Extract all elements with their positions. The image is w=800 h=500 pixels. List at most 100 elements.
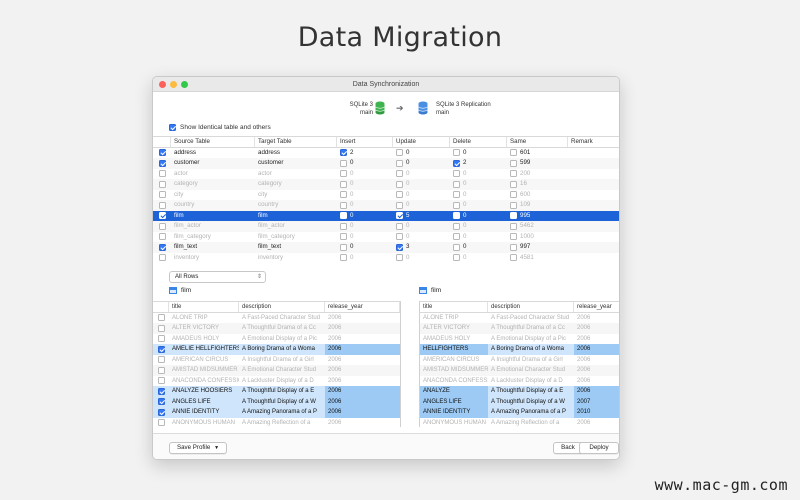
sync-table-row[interactable]: actor actor 0 0 0 200 [153, 169, 619, 180]
row-checkbox[interactable] [158, 419, 165, 427]
row-checkbox[interactable] [510, 222, 517, 230]
row-checkbox[interactable] [453, 212, 460, 220]
row-checkbox[interactable] [159, 191, 166, 199]
target-grid-row[interactable]: ALONE TRIP A Fast-Paced Character Stud 200… [420, 313, 619, 324]
source-grid-row[interactable]: AMADEUS HOLY A Emotional Display of a Pic… [153, 334, 400, 345]
row-checkbox[interactable] [159, 254, 166, 262]
row-checkbox[interactable] [159, 149, 166, 157]
row-checkbox[interactable] [340, 233, 347, 241]
row-checkbox[interactable] [453, 159, 460, 167]
target-header-release-year[interactable]: release_year [574, 302, 619, 312]
save-profile-button[interactable]: Save Profile ▼ [169, 442, 227, 454]
row-checkbox[interactable] [340, 170, 347, 178]
row-checkbox[interactable] [510, 254, 517, 262]
row-checkbox[interactable] [340, 222, 347, 230]
row-checkbox[interactable] [158, 356, 165, 364]
row-checkbox[interactable] [159, 222, 166, 230]
target-header-title[interactable]: title [420, 302, 488, 312]
source-grid-row[interactable]: AMERICAN CIRCUS A Insightful Drama of a G… [153, 355, 400, 366]
sync-table-row[interactable]: country country 0 0 0 109 [153, 200, 619, 211]
source-grid-row[interactable]: ALTER VICTORY A Thoughtful Drama of a Cc 2… [153, 323, 400, 334]
row-checkbox[interactable] [158, 345, 165, 353]
target-grid-row[interactable]: HELLFIGHTERS A Boring Drama of a Woma 2006 [420, 344, 619, 355]
sync-table-row[interactable]: city city 0 0 0 600 [153, 190, 619, 201]
sync-table-row[interactable]: category category 0 0 0 16 [153, 179, 619, 190]
source-header-release-year[interactable]: release_year [325, 302, 400, 312]
row-checkbox[interactable] [396, 191, 403, 199]
row-checkbox[interactable] [340, 201, 347, 209]
header-source-table[interactable]: Source Table [171, 137, 255, 147]
row-checkbox[interactable] [510, 243, 517, 251]
row-checkbox[interactable] [159, 159, 166, 167]
show-identical-option[interactable]: Show Identical table and others [169, 124, 271, 131]
sync-table-row[interactable]: customer customer 0 0 2 599 [153, 158, 619, 169]
sync-table-row[interactable]: address address 2 0 0 601 [153, 148, 619, 159]
row-checkbox[interactable] [396, 149, 403, 157]
row-checkbox[interactable] [158, 324, 165, 332]
row-checkbox[interactable] [340, 212, 347, 220]
row-checkbox[interactable] [510, 233, 517, 241]
row-checkbox[interactable] [340, 149, 347, 157]
source-grid-row[interactable]: ANNIE IDENTITY A Amazing Panorama of a P 2… [153, 407, 400, 418]
target-grid-row[interactable]: ANONYMOUS HUMAN A Amazing Reflection of a… [420, 418, 619, 428]
row-checkbox[interactable] [158, 335, 165, 343]
row-checkbox[interactable] [159, 243, 166, 251]
minimize-window-button[interactable] [170, 81, 177, 88]
header-target-table[interactable]: Target Table [255, 137, 337, 147]
row-checkbox[interactable] [453, 222, 460, 230]
row-checkbox[interactable] [340, 243, 347, 251]
target-grid-row[interactable]: ANACONDA CONFESSIO A Lackluster Display o… [420, 376, 619, 387]
row-checkbox[interactable] [396, 159, 403, 167]
close-window-button[interactable] [159, 81, 166, 88]
row-checkbox[interactable] [396, 180, 403, 188]
row-checkbox[interactable] [158, 408, 165, 416]
target-grid-row[interactable]: AMADEUS HOLY A Emotional Display of a Pic… [420, 334, 619, 345]
source-grid-row[interactable]: ANALYZE HOOSIERS A Thoughtful Display of … [153, 386, 400, 397]
header-remark[interactable]: Remark [568, 137, 619, 147]
source-grid-row[interactable]: ANONYMOUS HUMAN A Amazing Reflection of a… [153, 418, 400, 428]
row-checkbox[interactable] [159, 212, 166, 220]
show-identical-checkbox[interactable] [169, 124, 176, 131]
row-checkbox[interactable] [453, 170, 460, 178]
row-checkbox[interactable] [510, 149, 517, 157]
target-grid-row[interactable]: AMERICAN CIRCUS A Insightful Drama of a G… [420, 355, 619, 366]
row-checkbox[interactable] [396, 254, 403, 262]
row-checkbox[interactable] [453, 243, 460, 251]
row-checkbox[interactable] [510, 170, 517, 178]
row-checkbox[interactable] [396, 233, 403, 241]
row-checkbox[interactable] [159, 180, 166, 188]
row-checkbox[interactable] [510, 180, 517, 188]
source-grid-row[interactable]: ANGLES LIFE A Thoughtful Display of a W 20… [153, 396, 400, 407]
row-checkbox[interactable] [396, 170, 403, 178]
target-grid-row[interactable]: AMISTAD MIDSUMMER A Emotional Character S… [420, 365, 619, 376]
row-checkbox[interactable] [340, 254, 347, 262]
row-checkbox[interactable] [340, 191, 347, 199]
row-checkbox[interactable] [159, 201, 166, 209]
deploy-button[interactable]: Deploy [579, 442, 619, 454]
row-checkbox[interactable] [159, 233, 166, 241]
row-checkbox[interactable] [340, 159, 347, 167]
target-grid-row[interactable]: ANALYZE A Thoughtful Display of a E 2006 [420, 386, 619, 397]
target-header-description[interactable]: description [488, 302, 574, 312]
row-checkbox[interactable] [453, 233, 460, 241]
row-checkbox[interactable] [396, 222, 403, 230]
header-same[interactable]: Same [507, 137, 568, 147]
row-checkbox[interactable] [158, 398, 165, 406]
sync-table-row[interactable]: film_category film_category 0 0 0 1000 [153, 232, 619, 243]
source-grid-row[interactable]: ANACONDA CONFESSIO A Lackluster Display o… [153, 376, 400, 387]
row-filter-select[interactable]: All Rows [169, 271, 266, 283]
source-header-description[interactable]: description [239, 302, 325, 312]
row-checkbox[interactable] [158, 366, 165, 374]
source-grid-row[interactable]: AMISTAD MIDSUMMER A Emotional Character S… [153, 365, 400, 376]
sync-table-row[interactable]: film film 0 5 0 995 [153, 210, 619, 221]
row-checkbox[interactable] [396, 243, 403, 251]
source-header-title[interactable]: title [169, 302, 239, 312]
row-checkbox[interactable] [396, 201, 403, 209]
sync-table-row[interactable]: film_actor film_actor 0 0 0 5462 [153, 221, 619, 232]
row-checkbox[interactable] [158, 387, 165, 395]
header-insert[interactable]: Insert [337, 137, 393, 147]
row-checkbox[interactable] [453, 254, 460, 262]
row-checkbox[interactable] [159, 170, 166, 178]
row-checkbox[interactable] [510, 212, 517, 220]
row-checkbox[interactable] [453, 180, 460, 188]
